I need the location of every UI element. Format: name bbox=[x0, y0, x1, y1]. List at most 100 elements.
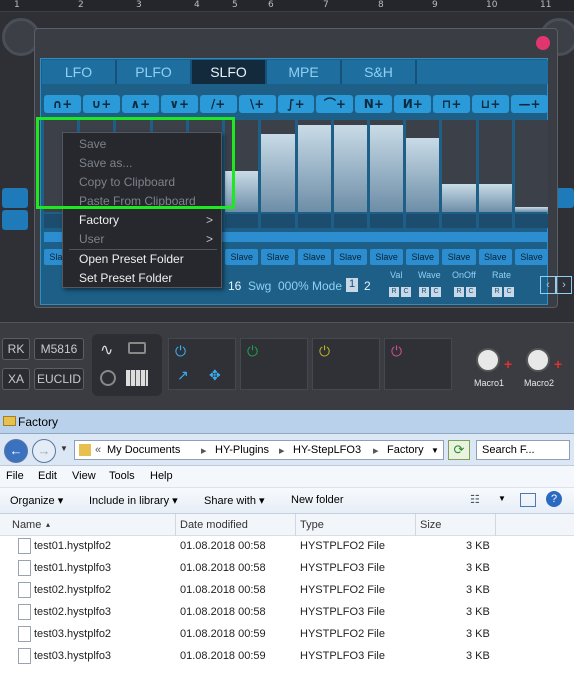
chevron-down-icon[interactable]: ▼ bbox=[498, 494, 506, 503]
preview-pane-icon[interactable] bbox=[520, 493, 536, 507]
slave-button[interactable]: Slave bbox=[442, 249, 476, 265]
step-bar[interactable] bbox=[478, 184, 512, 212]
tab-slfo[interactable]: SLFO bbox=[192, 60, 267, 84]
macro2-knob[interactable] bbox=[526, 348, 550, 372]
lock-icon[interactable] bbox=[478, 214, 512, 228]
prev-arrow-icon[interactable]: ‹ bbox=[540, 276, 556, 294]
menu-view[interactable]: View bbox=[72, 470, 96, 482]
shape-button[interactable]: ⊔+ bbox=[472, 95, 510, 113]
steps-value[interactable]: 16 bbox=[228, 279, 241, 293]
lock-icon[interactable] bbox=[406, 214, 440, 228]
slot-1[interactable]: ⏻ ↗ ✥ bbox=[168, 338, 236, 390]
file-row[interactable]: test01.hystplfo3 01.08.2018 00:58 HYSTPLFO… bbox=[0, 558, 574, 580]
include-in-library-button[interactable]: Include in library ▾ bbox=[89, 494, 178, 507]
step-column[interactable] bbox=[406, 120, 440, 212]
file-row[interactable]: test03.hystplfo3 01.08.2018 00:59 HYSTPLFO… bbox=[0, 646, 574, 668]
mode-1-button[interactable]: 1 bbox=[346, 278, 358, 292]
refresh-icon[interactable]: ⟳ bbox=[448, 440, 470, 460]
external-link-icon[interactable]: ↗ bbox=[177, 367, 189, 384]
shape-button[interactable]: ∫+ bbox=[277, 95, 315, 113]
shape-button[interactable]: N+ bbox=[355, 95, 393, 113]
step-bar[interactable] bbox=[261, 133, 295, 212]
power-icon[interactable]: ⏻ bbox=[319, 343, 330, 360]
rk-button[interactable]: RK bbox=[2, 338, 30, 360]
chevron-down-icon[interactable]: ▼ bbox=[431, 446, 439, 455]
forward-arrow-icon[interactable]: → bbox=[32, 439, 56, 463]
shape-button[interactable]: ∩+ bbox=[44, 95, 81, 113]
menu-edit[interactable]: Edit bbox=[38, 470, 57, 482]
view-options-icon[interactable]: ☷ bbox=[470, 493, 480, 506]
slave-button[interactable]: Slave bbox=[261, 249, 295, 265]
step-column[interactable] bbox=[297, 120, 331, 212]
onoff-r-button[interactable]: R bbox=[454, 287, 464, 297]
shape-button[interactable]: —+ bbox=[511, 95, 548, 113]
step-bar[interactable] bbox=[442, 184, 476, 212]
column-date-modified[interactable]: Date modified bbox=[180, 519, 248, 531]
side-button[interactable] bbox=[2, 188, 28, 208]
lock-icon[interactable] bbox=[514, 214, 549, 228]
breadcrumb-factory[interactable]: Factory bbox=[387, 444, 424, 456]
organize-button[interactable]: Organize ▾ bbox=[10, 494, 63, 507]
address-field[interactable]: « My Documents ▸ HY-Plugins ▸ HY-StepLFO… bbox=[74, 440, 444, 460]
menu-item-open-preset-folder[interactable]: Open Preset Folder bbox=[79, 250, 219, 268]
breadcrumb-sep[interactable]: ▸ bbox=[279, 444, 285, 457]
column-divider[interactable] bbox=[495, 514, 496, 536]
step-bar[interactable] bbox=[514, 207, 549, 212]
step-column[interactable] bbox=[514, 120, 549, 212]
shape-button[interactable]: ⊓+ bbox=[433, 95, 471, 113]
menu-tools[interactable]: Tools bbox=[109, 470, 135, 482]
new-folder-button[interactable]: New folder bbox=[291, 494, 344, 506]
lock-icon[interactable] bbox=[369, 214, 404, 228]
column-divider[interactable] bbox=[175, 514, 176, 536]
share-with-button[interactable]: Share with ▾ bbox=[204, 494, 265, 507]
breadcrumb-hy-steplfo3[interactable]: HY-StepLFO3 bbox=[293, 444, 361, 456]
onoff-c-button[interactable]: C bbox=[466, 287, 476, 297]
search-input[interactable]: Search F... bbox=[476, 440, 570, 460]
val-c-button[interactable]: C bbox=[401, 287, 411, 297]
file-row[interactable]: test03.hystplfo2 01.08.2018 00:59 HYSTPLFO… bbox=[0, 624, 574, 646]
column-name[interactable]: Name bbox=[12, 519, 41, 531]
shape-button[interactable]: ∧+ bbox=[121, 95, 159, 113]
slave-button[interactable]: Slave bbox=[406, 249, 440, 265]
shape-button[interactable]: /+ bbox=[199, 95, 237, 113]
breadcrumb-sep[interactable]: ▸ bbox=[373, 444, 379, 457]
step-column[interactable] bbox=[369, 120, 404, 212]
slave-button[interactable]: Slave bbox=[297, 249, 331, 265]
rate-r-button[interactable]: R bbox=[492, 287, 502, 297]
step-bar[interactable] bbox=[333, 124, 367, 212]
xa-button[interactable]: XA bbox=[2, 368, 30, 390]
back-arrow-icon[interactable]: ← bbox=[4, 439, 28, 463]
camera-icon[interactable] bbox=[128, 342, 146, 354]
power-icon[interactable]: ⏻ bbox=[175, 343, 186, 360]
step-column[interactable] bbox=[478, 120, 512, 212]
shape-button[interactable]: И+ bbox=[394, 95, 432, 113]
shape-button[interactable]: ∨+ bbox=[160, 95, 198, 113]
step-bar[interactable] bbox=[406, 138, 440, 212]
power-icon[interactable]: ⏻ bbox=[391, 343, 402, 360]
slot-4[interactable]: ⏻ bbox=[384, 338, 452, 390]
val-r-button[interactable]: R bbox=[389, 287, 399, 297]
close-button[interactable] bbox=[536, 36, 550, 50]
mode-2-button[interactable]: 2 bbox=[364, 279, 371, 293]
shape-button[interactable]: ∪+ bbox=[82, 95, 120, 113]
step-column[interactable] bbox=[442, 120, 476, 212]
power-icon[interactable]: ⏻ bbox=[247, 343, 258, 360]
slot-3[interactable]: ⏻ bbox=[312, 338, 380, 390]
side-button[interactable] bbox=[2, 210, 28, 230]
breadcrumb-sep[interactable]: ▸ bbox=[201, 444, 207, 457]
slave-button[interactable]: Slave bbox=[225, 249, 259, 265]
lock-icon[interactable] bbox=[225, 214, 259, 228]
tab-plfo[interactable]: PLFO bbox=[117, 60, 192, 84]
step-column[interactable] bbox=[333, 120, 367, 212]
column-type[interactable]: Type bbox=[300, 519, 324, 531]
wave-r-button[interactable]: R bbox=[419, 287, 429, 297]
lock-icon[interactable] bbox=[442, 214, 476, 228]
tab-lfo[interactable]: LFO bbox=[42, 60, 117, 84]
next-arrow-icon[interactable]: › bbox=[556, 276, 572, 294]
step-bar[interactable] bbox=[297, 124, 331, 212]
piano-icon[interactable] bbox=[126, 370, 148, 386]
file-row[interactable]: test02.hystplfo2 01.08.2018 00:58 HYSTPLFO… bbox=[0, 580, 574, 602]
lock-icon[interactable] bbox=[261, 214, 295, 228]
lock-icon[interactable] bbox=[297, 214, 331, 228]
column-divider[interactable] bbox=[415, 514, 416, 536]
